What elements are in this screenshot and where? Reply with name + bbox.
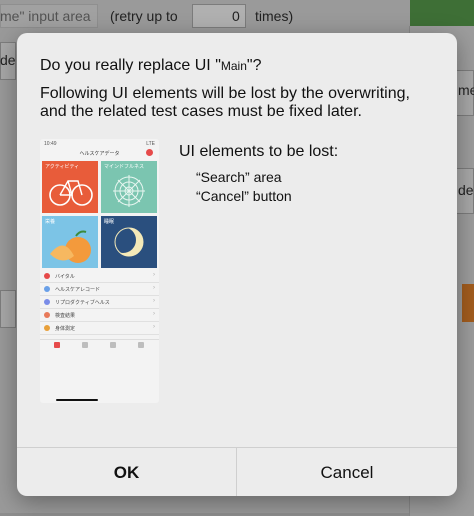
bg-orange-button	[462, 284, 474, 322]
dialog-title-prefix: Do you really replace UI "	[40, 57, 221, 74]
dialog-title-suffix: "?	[246, 57, 262, 74]
preview-tab-sources	[80, 342, 90, 348]
dialog-title: Do you really replace UI "Main"?	[40, 57, 261, 75]
replace-ui-dialog: Do you really replace UI "Main"? Followi…	[17, 33, 457, 496]
preview-tab-bar	[40, 339, 159, 356]
bg-right-text-1: me	[458, 82, 474, 98]
preview-tile-nutrition: 栄養	[42, 216, 98, 268]
dialog-message: Following UI elements will be lost by th…	[40, 85, 410, 120]
preview-tile-mindfulness: マインドフルネス	[101, 161, 157, 213]
ok-button[interactable]: OK	[17, 448, 236, 496]
preview-profile-icon	[146, 149, 153, 156]
bg-left-text: de	[0, 52, 16, 68]
preview-status-signal: LTE	[146, 141, 155, 147]
list-item: 検査結果 ›	[40, 309, 159, 322]
preview-app-title: ヘルスケアデータ	[79, 151, 120, 157]
bg-retry-label: (retry up to	[110, 8, 178, 24]
preview-tile-sleep: 睡眠	[101, 216, 157, 268]
ui-preview-screenshot: 10:49 LTE ヘルスケアデータ アクティビティ マインドフルネス 栄養 睡…	[40, 139, 159, 403]
bg-green-button	[410, 0, 474, 26]
preview-tab-health-data	[136, 342, 146, 348]
preview-tile-activity: アクティビティ	[42, 161, 98, 213]
moon-icon	[110, 227, 144, 257]
list-item: 身体測定 ›	[40, 322, 159, 335]
flower-icon	[113, 175, 145, 207]
bg-retry-suffix: times)	[255, 8, 294, 24]
preview-category-list: バイタル › ヘルスケアレコード › リプロダクティブヘルス › 検査結果 › 身体測定…	[40, 270, 159, 335]
lost-elements-heading: UI elements to be lost:	[179, 143, 339, 160]
lost-element-item: “Search” area	[196, 169, 282, 185]
list-item: バイタル ›	[40, 270, 159, 283]
preview-status-bar: 10:49 LTE	[40, 139, 159, 149]
preview-home-indicator	[56, 399, 98, 401]
list-item: リプロダクティブヘルス ›	[40, 296, 159, 309]
bicycle-icon	[49, 180, 93, 206]
bg-left-field-2	[0, 290, 16, 328]
list-item: ヘルスケアレコード ›	[40, 283, 159, 296]
preview-tab-medical-id	[108, 342, 118, 348]
preview-status-time: 10:49	[44, 141, 57, 147]
orange-fruit-icon	[50, 230, 91, 263]
bg-right-text-2: de	[458, 182, 474, 198]
bg-name-field	[0, 4, 98, 28]
dialog-title-ui-name: Main	[220, 59, 247, 73]
cancel-button[interactable]: Cancel	[237, 448, 457, 496]
lost-element-item: “Cancel” button	[196, 188, 292, 204]
preview-tab-today	[52, 342, 62, 348]
dialog-button-row: OK Cancel	[17, 447, 457, 496]
bg-retry-value: 0	[232, 8, 240, 24]
